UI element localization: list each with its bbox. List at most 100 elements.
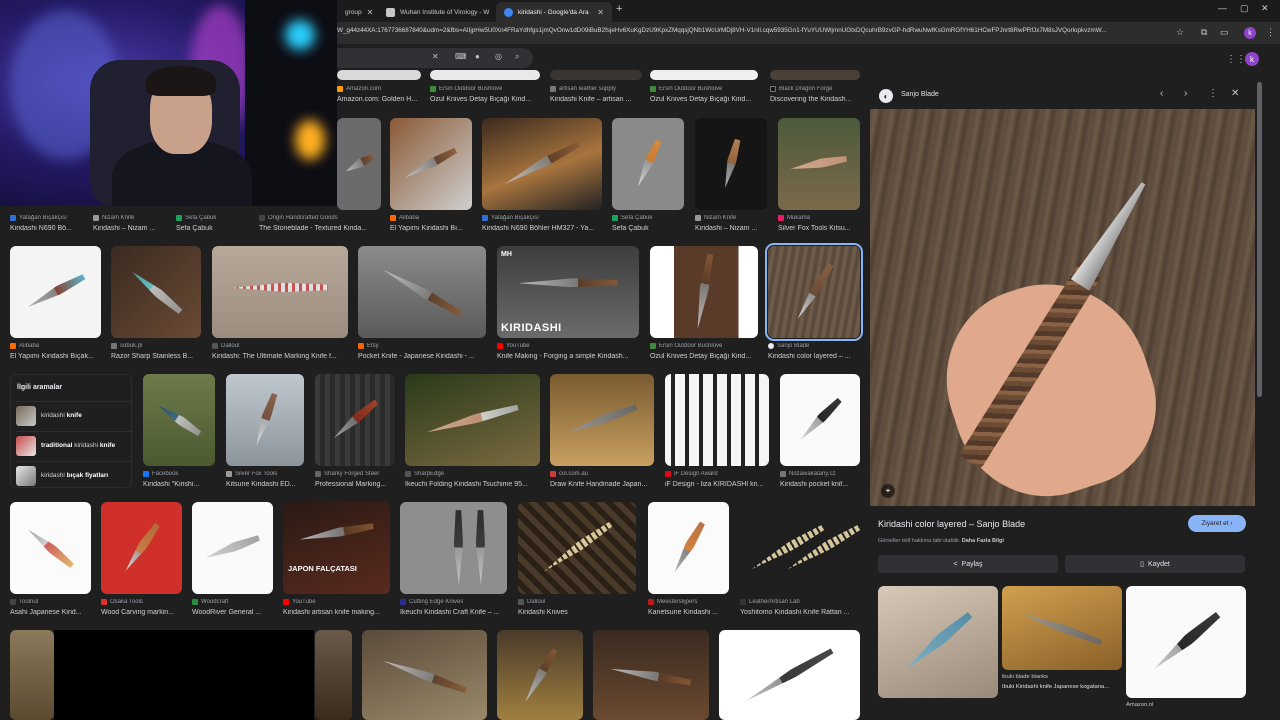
thumbnail[interactable] <box>405 374 540 466</box>
related-search-item[interactable]: kiridashi knife <box>15 401 131 429</box>
image-result[interactable]: MH KIRIDASHI YouTube Knife Making - Forg… <box>497 246 639 366</box>
result-caption[interactable]: Kitsune Kiridashi ED... <box>226 481 304 488</box>
result-caption[interactable]: Kiridashi – Nizam ... <box>93 225 173 232</box>
apps-grid-icon[interactable]: ⋮⋮ <box>1226 54 1246 65</box>
clear-icon[interactable]: ✕ <box>432 52 439 61</box>
image-result[interactable]: sobuk.pl Razor Sharp Stainless B... <box>111 246 201 366</box>
result-caption[interactable]: Kanetsune Kiridashi ... <box>648 609 729 616</box>
thumbnail[interactable] <box>740 502 860 594</box>
profile-avatar[interactable]: k <box>1244 27 1256 39</box>
thumbnail[interactable] <box>518 502 636 594</box>
close-icon[interactable]: ✕ <box>367 8 374 17</box>
result-caption[interactable]: Kiridashi – Nizam ... <box>695 225 767 232</box>
result-caption[interactable]: Kiridashi N690 Bö... <box>10 225 90 232</box>
image-result[interactable]: Dalloul Kiridashi: The Ultimate Marking … <box>212 246 348 366</box>
image-result[interactable]: Nizam Knife Kiridashi – Nizam ... <box>695 118 767 236</box>
image-result[interactable]: Mukama Silver Fox Tools Kitsu... <box>778 118 860 236</box>
image-result[interactable]: Alibaba El Yapımı Kiridashi Bı... <box>390 118 472 236</box>
image-result[interactable]: Cutting Edge Knives Ikeuchi Kiridashi Cr… <box>400 502 507 622</box>
image-result[interactable]: Ersin Outdoor Bushlove Ozul Knives Detay… <box>650 246 758 366</box>
thumbnail[interactable] <box>665 374 769 466</box>
result-caption[interactable]: Pocket Knife - Japanese Kiridashi - ... <box>358 353 486 360</box>
preview-image[interactable] <box>870 109 1255 506</box>
image-result[interactable]: Toolnut Asahi Japanese Kirid... <box>10 502 91 622</box>
thumbnail[interactable]: JAPON FALÇATASI <box>283 502 390 594</box>
related-image-caption[interactable]: Ibuki Kiridashi knife Japanese kogatana.… <box>1002 684 1122 690</box>
related-image[interactable] <box>878 586 998 698</box>
image-result[interactable]: JAPON FALÇATASI YouTube Kiridashi artisa… <box>283 502 390 622</box>
account-avatar[interactable]: k <box>1245 52 1259 66</box>
image-result[interactable]: Osaka Tools Wood Carving markin... <box>101 502 182 622</box>
thumbnail[interactable] <box>212 246 348 338</box>
thumbnail[interactable] <box>358 246 486 338</box>
image-result[interactable]: Facebook Kiridashi "Kirishi... <box>143 374 215 494</box>
image-result[interactable] <box>362 630 487 720</box>
thumbnail[interactable] <box>550 70 642 80</box>
result-caption[interactable]: Ikeuchi Folding Kiridashi Tsuchime 95... <box>405 481 540 488</box>
thumbnail[interactable] <box>695 118 767 210</box>
result-caption[interactable]: Kiridashi color layered – ... <box>768 353 860 360</box>
thumbnail[interactable] <box>650 246 758 338</box>
search-box[interactable]: ✕ ⌨ ● ◎ ⌕ <box>337 48 533 68</box>
result-caption[interactable]: Kiridashi Knife – artisan ... <box>550 96 642 103</box>
related-search-item[interactable]: traditional kiridashi knife <box>15 431 131 459</box>
image-result[interactable]: iF Design Award iF Design - liza KIRIDAS… <box>665 374 769 494</box>
thumbnail[interactable] <box>10 246 101 338</box>
related-search-item[interactable]: kiridashi bıçak fiyatları <box>15 461 131 489</box>
result-caption[interactable]: Silver Fox Tools Kitsu... <box>778 225 860 232</box>
thumbnail[interactable] <box>192 502 273 594</box>
preview-source[interactable]: Sanjo Blade <box>901 91 939 98</box>
image-result[interactable] <box>10 630 54 720</box>
maximize-icon[interactable]: ▢ <box>1240 3 1249 14</box>
preview-title[interactable]: Kiridashi color layered – Sanjo Blade <box>878 519 1025 529</box>
thumbnail[interactable] <box>648 502 729 594</box>
result-caption[interactable]: Asahi Japanese Kirid... <box>10 609 91 616</box>
result-caption[interactable]: Sefa Çabuk <box>176 225 248 232</box>
thumbnail[interactable] <box>315 630 352 720</box>
result-caption[interactable]: Kiridashi pocket knif... <box>780 481 860 488</box>
related-image[interactable] <box>1002 586 1122 670</box>
image-result[interactable]: Ersin Outdoor Bushlove Ozul Knives Detay… <box>650 70 760 108</box>
image-result[interactable]: Meesterslijpers Kanetsune Kiridashi ... <box>648 502 729 622</box>
minimize-icon[interactable]: — <box>1218 3 1227 13</box>
thumbnail[interactable] <box>482 118 602 210</box>
thumbnail[interactable] <box>143 374 215 466</box>
result-caption[interactable]: Kiridashi: The Ultimate Marking Knife f.… <box>212 353 348 360</box>
result-caption[interactable]: El Yapımı Kiridashi Bıçak... <box>10 353 101 360</box>
next-icon[interactable]: › <box>1184 88 1187 99</box>
thumbnail[interactable] <box>612 118 684 210</box>
result-caption[interactable]: Kiridashi "Kirishi... <box>143 481 215 488</box>
result-caption[interactable]: Wood Carving markin... <box>101 609 182 616</box>
result-caption[interactable]: Kiridashi Knives <box>518 609 636 616</box>
result-caption[interactable]: Ozul Knives Detay Bıçağı Kirid... <box>650 96 758 103</box>
microphone-icon[interactable]: ● <box>475 52 480 61</box>
image-result[interactable]: Yatağan Bıçakçısı Kiridashi N690 Böhler … <box>482 118 602 236</box>
thumbnail[interactable] <box>111 246 201 338</box>
thumbnail[interactable] <box>719 630 860 720</box>
thumbnail[interactable] <box>593 630 709 720</box>
thumbnail[interactable] <box>390 118 472 210</box>
image-result[interactable]: artisan leather supply Kiridashi Knife –… <box>550 70 642 108</box>
thumbnail[interactable] <box>550 374 654 466</box>
panel-scrollbar[interactable] <box>1257 82 1262 397</box>
result-caption[interactable]: Knife Making - Forging a simple Kiridash… <box>497 353 639 360</box>
image-result[interactable]: LeatherArtisan Lab Yoshitomo Kiridashi K… <box>740 502 860 622</box>
image-result[interactable]: Alibaba El Yapımı Kiridashi Bıçak... <box>10 246 101 366</box>
tab-group[interactable]: group ✕ <box>337 2 377 22</box>
thumbnail[interactable] <box>226 374 304 466</box>
result-caption[interactable]: Ikeuchi Kiridashi Craft Knife – ... <box>400 609 507 616</box>
thumbnail[interactable]: MH KIRIDASHI <box>497 246 639 338</box>
result-caption[interactable]: Sefa Çabuk <box>612 225 684 232</box>
thumbnail[interactable] <box>778 118 860 210</box>
more-options-icon[interactable]: ⋮ <box>1208 88 1218 99</box>
tab-wuhan[interactable]: Wuhan Institute of Virology - W ✕ <box>378 2 494 22</box>
related-image[interactable] <box>1126 586 1246 698</box>
tab-google-search[interactable]: kiridashi - Google'da Ara ✕ <box>496 2 612 22</box>
previous-icon[interactable]: ‹ <box>1160 88 1163 99</box>
image-result[interactable]: Woodcraft WoodRiver General ... <box>192 502 273 622</box>
thumbnail[interactable] <box>10 630 54 720</box>
image-result-selected[interactable]: Sanjo Blade Kiridashi color layered – ..… <box>765 243 863 366</box>
result-caption[interactable]: The Stoneblade - Textured Kirida... <box>259 225 381 232</box>
thumbnail[interactable] <box>337 118 381 210</box>
window-close-icon[interactable]: ✕ <box>1261 3 1269 14</box>
